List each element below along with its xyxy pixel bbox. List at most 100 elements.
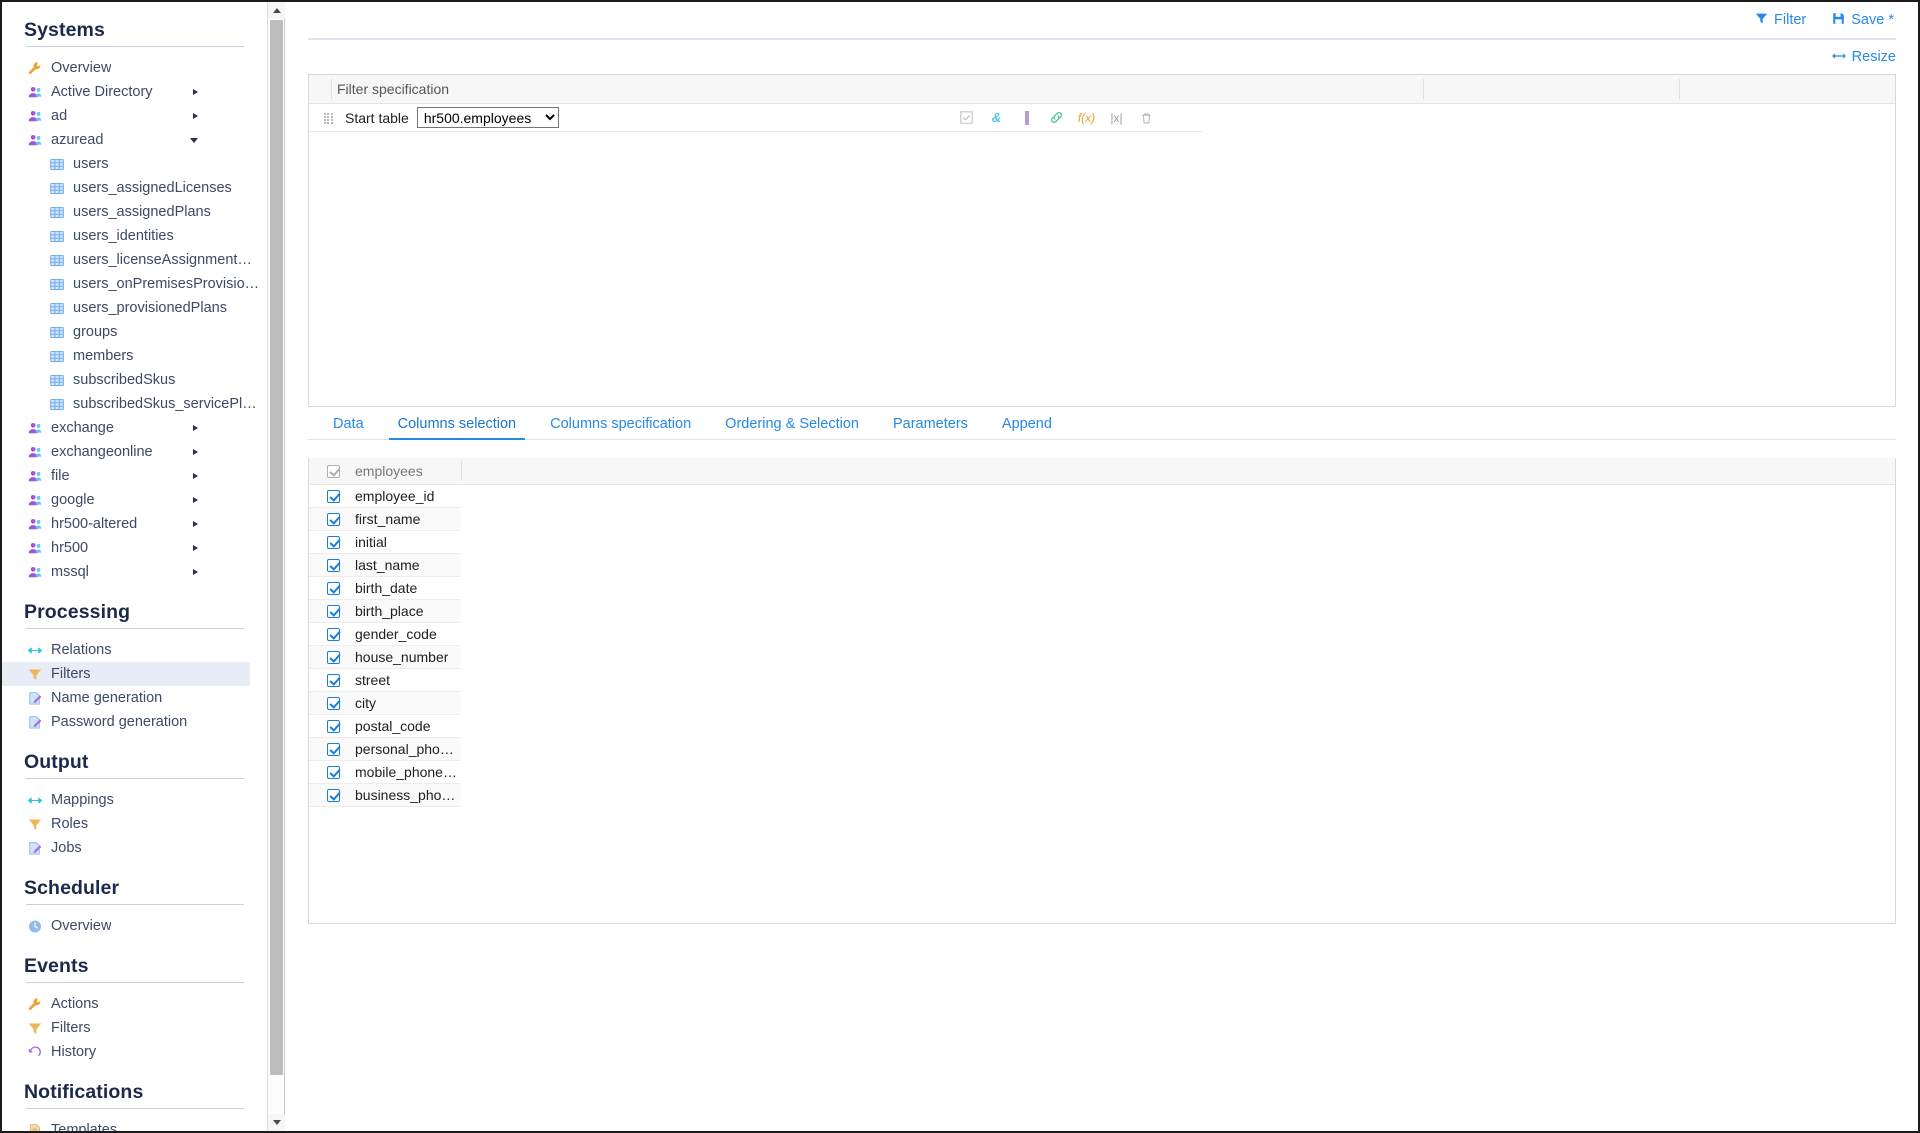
sidebar-item-users-identities[interactable]: users_identities	[2, 224, 268, 248]
tab-ordering-selection[interactable]: Ordering & Selection	[708, 416, 876, 439]
scrollbar-thumb[interactable]	[270, 20, 283, 1075]
sidebar-item-ad[interactable]: ad	[2, 104, 268, 128]
pipe-icon[interactable]	[1019, 110, 1034, 126]
chevron-right-icon[interactable]	[193, 521, 198, 527]
column-checkbox-gender-code[interactable]	[327, 628, 340, 641]
column-checkbox-initial[interactable]	[327, 536, 340, 549]
chevron-right-icon[interactable]	[193, 113, 198, 119]
table-row[interactable]: birth_date	[309, 577, 461, 600]
delete-icon[interactable]	[1139, 110, 1154, 126]
sidebar-item-filters[interactable]: Filters	[2, 662, 250, 686]
sidebar-item-exchangeonline[interactable]: exchangeonline	[2, 440, 268, 464]
column-checkbox-city[interactable]	[327, 697, 340, 710]
column-checkbox-employee-id[interactable]	[327, 490, 340, 503]
table-row[interactable]: personal_phone...	[309, 738, 461, 761]
column-checkbox-birth-date[interactable]	[327, 582, 340, 595]
sidebar-item-jobs[interactable]: Jobs	[2, 836, 268, 860]
chevron-right-icon[interactable]	[193, 473, 198, 479]
table-row[interactable]: last_name	[309, 554, 461, 577]
sidebar-item-password-generation[interactable]: Password generation	[2, 710, 268, 734]
column-checkbox-mobile-phone[interactable]	[327, 766, 340, 779]
column-checkbox-last-name[interactable]	[327, 559, 340, 572]
sidebar-item-groups[interactable]: groups	[2, 320, 268, 344]
sidebar-item-overview[interactable]: Overview	[2, 914, 268, 938]
chevron-down-icon[interactable]	[190, 138, 198, 143]
chevron-right-icon[interactable]	[193, 545, 198, 551]
sidebar-item-users-provisionedplans[interactable]: users_provisionedPlans	[2, 296, 268, 320]
sidebar-scrollbar[interactable]	[267, 2, 284, 1131]
checkbox-icon[interactable]	[959, 110, 974, 126]
sidebar-item-users-assignedlicenses[interactable]: users_assignedLicenses	[2, 176, 268, 200]
sidebar-item-users[interactable]: users	[2, 152, 268, 176]
tab-append[interactable]: Append	[985, 416, 1069, 439]
table-row[interactable]: initial	[309, 531, 461, 554]
sidebar-item-actions[interactable]: Actions	[2, 992, 268, 1016]
select-all-checkbox[interactable]	[327, 465, 340, 478]
scroll-up-arrow-icon[interactable]	[268, 2, 285, 19]
users-icon	[26, 468, 43, 484]
sidebar-item-label: exchange	[51, 420, 114, 436]
sidebar-item-history[interactable]: History	[2, 1040, 268, 1064]
tab-data[interactable]: Data	[316, 416, 381, 439]
save-button[interactable]: Save *	[1832, 12, 1894, 29]
link-icon[interactable]	[1049, 110, 1064, 126]
column-name: city	[355, 695, 376, 711]
sidebar-item-members[interactable]: members	[2, 344, 268, 368]
column-checkbox-birth-place[interactable]	[327, 605, 340, 618]
column-checkbox-personal-phone[interactable]	[327, 743, 340, 756]
sidebar-item-users-onpremisesprovisioni[interactable]: users_onPremisesProvisioni...	[2, 272, 268, 296]
table-row[interactable]: business_phone...	[309, 784, 461, 807]
absolute-value-icon[interactable]: |x|	[1109, 110, 1124, 126]
sidebar-item-name-generation[interactable]: Name generation	[2, 686, 268, 710]
sidebar-item-users-licenseassignmentst[interactable]: users_licenseAssignmentSt...	[2, 248, 268, 272]
scroll-down-arrow-icon[interactable]	[268, 1114, 285, 1131]
function-icon[interactable]: f(x)	[1079, 110, 1094, 126]
table-row[interactable]: mobile_phone_...	[309, 761, 461, 784]
column-checkbox-first-name[interactable]	[327, 513, 340, 526]
start-table-select[interactable]: hr500.employees	[417, 107, 559, 128]
sidebar-item-relations[interactable]: Relations	[2, 638, 268, 662]
tab-columns-selection[interactable]: Columns selection	[381, 416, 533, 439]
users-icon	[26, 564, 43, 580]
table-row[interactable]: employee_id	[309, 485, 461, 508]
tab-columns-specification[interactable]: Columns specification	[533, 416, 708, 439]
sidebar-item-hr500[interactable]: hr500	[2, 536, 268, 560]
chevron-right-icon[interactable]	[193, 425, 198, 431]
table-row[interactable]: city	[309, 692, 461, 715]
chevron-right-icon[interactable]	[193, 449, 198, 455]
drag-handle-icon[interactable]	[324, 113, 333, 123]
sidebar-item-file[interactable]: file	[2, 464, 268, 488]
sidebar-item-active-directory[interactable]: Active Directory	[2, 80, 268, 104]
sidebar-item-subscribedskus[interactable]: subscribedSkus	[2, 368, 268, 392]
sidebar-item-templates[interactable]: Templates	[2, 1118, 268, 1131]
resize-button[interactable]: Resize	[1832, 49, 1896, 65]
column-checkbox-house-number[interactable]	[327, 651, 340, 664]
table-row[interactable]: house_number	[309, 646, 461, 669]
sidebar-item-google[interactable]: google	[2, 488, 268, 512]
sidebar-item-exchange[interactable]: exchange	[2, 416, 268, 440]
sidebar-item-mssql[interactable]: mssql	[2, 560, 268, 584]
sidebar-item-filters[interactable]: Filters	[2, 1016, 268, 1040]
column-checkbox-street[interactable]	[327, 674, 340, 687]
chevron-right-icon[interactable]	[193, 89, 198, 95]
sidebar-item-hr500-altered[interactable]: hr500-altered	[2, 512, 268, 536]
chevron-right-icon[interactable]	[193, 569, 198, 575]
sidebar-item-users-assignedplans[interactable]: users_assignedPlans	[2, 200, 268, 224]
sidebar-item-mappings[interactable]: Mappings	[2, 788, 268, 812]
table-row[interactable]: gender_code	[309, 623, 461, 646]
table-row[interactable]: birth_place	[309, 600, 461, 623]
table-row[interactable]: postal_code	[309, 715, 461, 738]
column-checkbox-business-phone[interactable]	[327, 789, 340, 802]
table-row[interactable]: street	[309, 669, 461, 692]
ampersand-icon[interactable]: &	[989, 110, 1004, 126]
sidebar-item-roles[interactable]: Roles	[2, 812, 268, 836]
users-icon	[26, 132, 43, 148]
filter-button[interactable]: Filter	[1755, 12, 1806, 29]
column-checkbox-postal-code[interactable]	[327, 720, 340, 733]
sidebar-item-overview[interactable]: Overview	[2, 56, 268, 80]
sidebar-item-azuread[interactable]: azuread	[2, 128, 268, 152]
tab-parameters[interactable]: Parameters	[876, 416, 985, 439]
sidebar-item-subscribedskus-serviceplans[interactable]: subscribedSkus_servicePlans	[2, 392, 268, 416]
chevron-right-icon[interactable]	[193, 497, 198, 503]
table-row[interactable]: first_name	[309, 508, 461, 531]
